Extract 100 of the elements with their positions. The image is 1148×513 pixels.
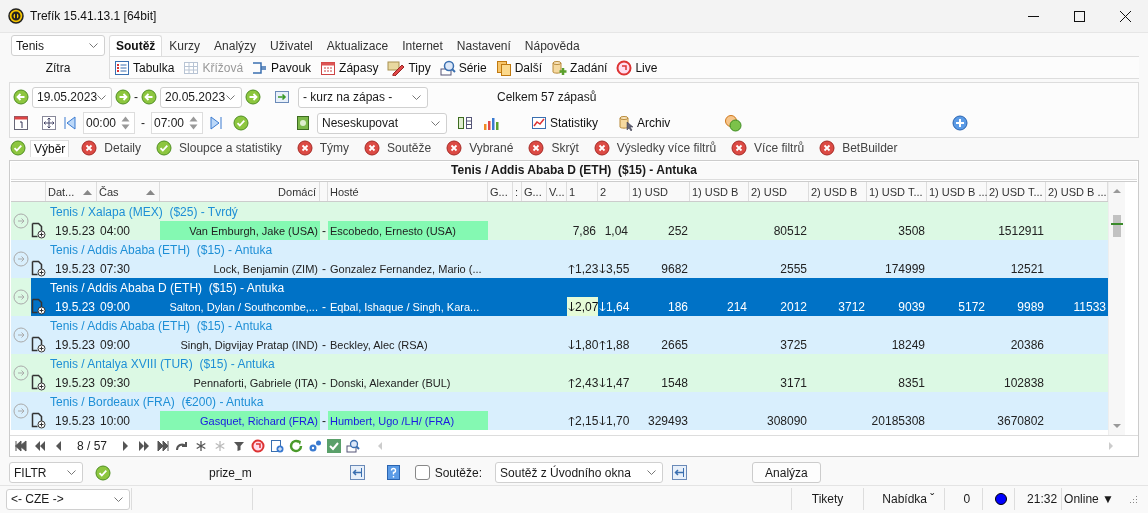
cross-icon[interactable] — [819, 140, 836, 156]
magnifier-icon[interactable] — [346, 439, 361, 453]
cross-icon[interactable] — [593, 140, 610, 156]
menu-tab[interactable]: Nápověda — [517, 35, 587, 56]
filter-tab[interactable]: Sloupce a statistiky — [176, 140, 285, 156]
column-header[interactable]: 2 — [598, 182, 630, 201]
skip-back-icon[interactable] — [63, 116, 77, 130]
menu-tab[interactable]: Internet — [395, 35, 450, 56]
toolbar-button[interactable]: Pavouk — [252, 59, 312, 76]
column-header[interactable]: : — [513, 182, 522, 201]
document-plus-icon[interactable] — [31, 298, 46, 315]
time-field[interactable]: 00:00 — [83, 112, 135, 134]
filter-tab[interactable]: Výběr — [30, 139, 70, 157]
refresh-icon[interactable] — [289, 439, 304, 453]
check-icon[interactable] — [95, 464, 111, 481]
action-button[interactable]: Statistiky — [531, 115, 598, 131]
filter-tab[interactable]: Týmy — [316, 140, 353, 156]
column-header[interactable]: Hosté — [328, 182, 488, 201]
column-header[interactable]: Dat... — [46, 182, 97, 201]
toolbar-button[interactable]: Tipy — [387, 59, 431, 76]
vertical-scrollbar[interactable] — [1108, 182, 1125, 435]
column-header[interactable]: Domácí — [160, 182, 320, 201]
table-row[interactable]: Tenis / Addis Ababa (ETH) ($15) - Antuka 19.5.23 09:00 Singh, Digvijay Pratap (IND) - Beckley, Alec (RSA) 1,80 1,88 2665 3725 18249 20386 — [11, 316, 1108, 354]
menu-tab[interactable]: Kurzy — [162, 35, 208, 56]
column-header[interactable]: G... — [488, 182, 513, 201]
column-header[interactable]: 2) USD B — [809, 182, 867, 201]
tickets-label[interactable]: Tikety — [811, 492, 844, 506]
arrow-right-icon[interactable] — [115, 89, 131, 105]
arrow-right-icon[interactable] — [245, 89, 261, 105]
language-select[interactable]: <- CZE -> — [6, 488, 130, 510]
group-select[interactable]: Neseskupovat — [317, 112, 447, 134]
cross-icon[interactable] — [364, 140, 381, 156]
column-header[interactable]: 1 — [567, 182, 598, 201]
column-header[interactable]: 1) USD T... — [867, 182, 927, 201]
competitions-select[interactable]: Soutěž z Úvodního okna — [495, 462, 664, 483]
document-plus-icon[interactable] — [31, 222, 46, 239]
menu-tab[interactable]: Aktualizace — [319, 35, 396, 56]
arrow-left-icon[interactable] — [141, 89, 157, 105]
filter-tab[interactable]: Více filtrů — [751, 140, 808, 156]
cross-icon[interactable] — [296, 140, 313, 156]
cross-icon[interactable] — [528, 140, 545, 156]
table-row[interactable]: Tenis / Antalya XVIII (TUR) ($15) - Antuka 19.5.23 09:30 Pennaforti, Gabriele (ITA) - Donski, Alexander (BUL) 2,43 1,47 1548 3171 8351 102838 — [11, 354, 1108, 392]
document-plus-icon[interactable] — [31, 260, 46, 277]
last-record-icon[interactable] — [156, 439, 171, 453]
checkbox[interactable] — [414, 465, 430, 480]
filter-select[interactable]: FILTR — [9, 462, 83, 483]
column-header[interactable]: V... — [547, 182, 567, 201]
column-header[interactable]: G... — [522, 182, 547, 201]
cross-icon[interactable] — [446, 140, 463, 156]
scroll-down-icon[interactable] — [1113, 424, 1121, 429]
calendar-icon[interactable] — [13, 115, 29, 131]
check-icon[interactable] — [10, 140, 26, 156]
check-icon[interactable] — [156, 140, 173, 156]
connection-status[interactable]: Online ▼ — [1064, 492, 1114, 506]
next-page-icon[interactable] — [137, 439, 152, 453]
column-header[interactable]: 1) USD B — [690, 182, 749, 201]
table-row[interactable]: Tenis / Bordeaux (FRA) (€200) - Antuka 19.5.23 10:00 Gasquet, Richard (FRA) - Humbert, Ugo /LH/ (FRA) 2,15 1,70 329493 308090 20185308 3670802 — [11, 392, 1108, 430]
menu-tab[interactable]: Uživatel — [263, 35, 320, 56]
checkmark-icon[interactable] — [327, 439, 342, 453]
skip-forward-icon[interactable] — [209, 116, 223, 130]
previous-page-icon[interactable] — [33, 439, 47, 453]
filter-tab[interactable]: Detaily — [101, 140, 145, 156]
column-header[interactable]: Čas — [97, 182, 160, 201]
table-row[interactable]: Tenis / Xalapa (MEX) ($25) - Tvrdý 19.5.23 04:00 Van Emburgh, Jake (USA) - Escobedo, Ernesto (USA) 7,86 1,04 252 80512 3508 1512911 — [11, 202, 1108, 240]
document-plus-icon[interactable] — [31, 374, 46, 391]
document-plus-icon[interactable] — [31, 336, 46, 353]
columns-icon[interactable] — [457, 115, 473, 131]
cross-icon[interactable] — [81, 140, 98, 156]
offer-label[interactable]: Nabídka ˇ — [882, 492, 935, 506]
swap-icon[interactable] — [274, 89, 290, 105]
scrollbar-thumb[interactable] — [1113, 215, 1121, 237]
analysis-button[interactable]: Analýza — [752, 462, 821, 483]
filter-icon[interactable] — [232, 439, 247, 453]
arrow-left-icon[interactable] — [13, 89, 29, 105]
import-icon[interactable] — [672, 465, 688, 480]
bar-chart-icon[interactable] — [483, 115, 499, 131]
filter-tab[interactable]: Soutěže — [384, 140, 435, 156]
money-icon[interactable] — [295, 115, 311, 131]
filter-tab[interactable]: Výsledky více filtrů — [613, 140, 720, 156]
toolbar-button[interactable]: Tabulka — [114, 59, 175, 76]
date-select[interactable]: 19.05.2023 — [32, 86, 112, 108]
redo-icon[interactable] — [175, 439, 190, 453]
toolbar-button[interactable]: Další — [495, 59, 543, 76]
column-header[interactable]: 1) USD B ... — [927, 182, 987, 201]
toolbar-button[interactable]: Série — [439, 59, 487, 76]
column-header[interactable]: 1) USD — [630, 182, 690, 201]
help-icon[interactable] — [386, 465, 400, 480]
gears-icon[interactable] — [308, 439, 323, 453]
move-icon[interactable] — [41, 115, 57, 131]
menu-tab[interactable]: Nastavení — [449, 35, 518, 56]
toolbar-button[interactable]: Live — [616, 59, 658, 76]
action-button[interactable]: Archiv — [618, 115, 671, 131]
first-record-icon[interactable] — [14, 439, 28, 453]
document-plus-icon[interactable] — [31, 412, 46, 429]
column-header[interactable]: 2) USD — [749, 182, 809, 201]
import-icon[interactable] — [349, 465, 365, 480]
date-select[interactable]: 20.05.2023 — [160, 86, 242, 108]
column-header[interactable]: 2) USD T... — [987, 182, 1046, 201]
odds-select[interactable]: - kurz na zápas - — [298, 86, 428, 108]
scroll-up-icon[interactable] — [1113, 188, 1121, 193]
